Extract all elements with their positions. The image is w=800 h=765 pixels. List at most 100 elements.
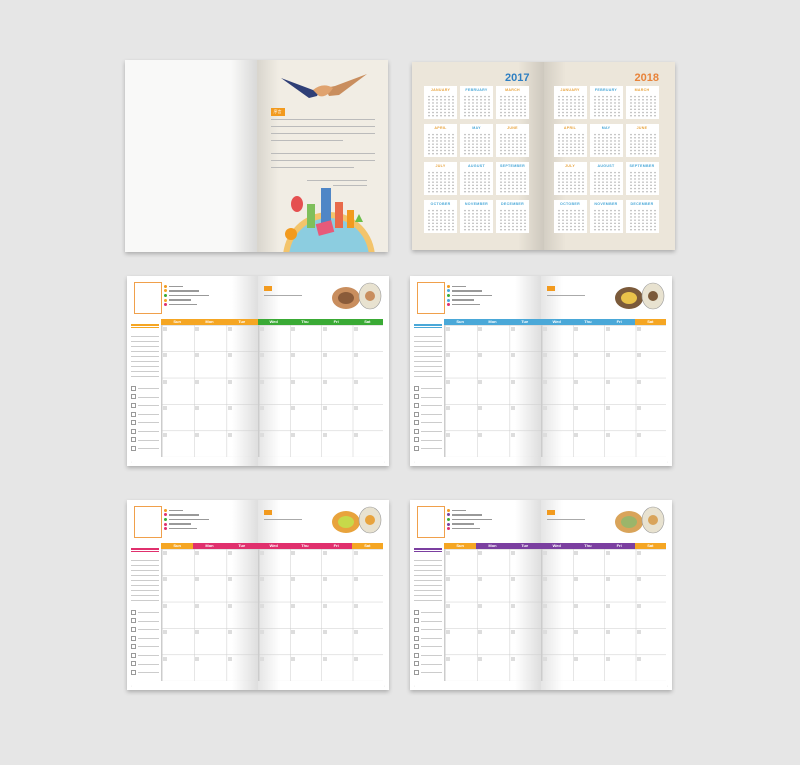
date-cell-marker — [543, 656, 547, 661]
month-name: SEPTEMBER — [499, 164, 526, 168]
shop-description — [131, 560, 159, 604]
date-cell-marker — [574, 379, 579, 384]
checkbox[interactable] — [414, 609, 419, 615]
checkbox[interactable] — [131, 428, 136, 434]
date-cell-marker — [322, 551, 327, 555]
calendar-grid-left — [444, 549, 541, 681]
checklist — [414, 384, 442, 453]
calendar-2017-page: 2017 JANUARY FEBRUARY MARCH APRIL MAY JUNE JUL… — [412, 62, 544, 250]
date-cell-marker — [227, 656, 232, 661]
date-cell-marker — [574, 630, 579, 635]
date-cell-marker — [227, 327, 232, 331]
checkbox[interactable] — [414, 626, 419, 632]
date-cell-marker — [260, 353, 264, 358]
month-box: AUGUST — [460, 162, 493, 195]
checklist — [131, 384, 159, 453]
checkbox[interactable] — [414, 385, 419, 391]
checkbox[interactable] — [414, 669, 419, 675]
checkbox[interactable] — [414, 618, 419, 624]
intro-tag: 序言 — [270, 108, 285, 116]
checkbox[interactable] — [131, 661, 136, 667]
date-cell-marker — [510, 551, 515, 555]
date-cell-marker — [510, 432, 515, 437]
month-days-grid — [499, 133, 526, 155]
checkbox[interactable] — [414, 402, 419, 408]
month-box: FEBRUARY — [460, 86, 493, 119]
date-cell-marker — [163, 630, 167, 635]
date-cell-marker — [195, 432, 200, 437]
checkbox[interactable] — [131, 626, 136, 632]
date-cell-marker — [195, 327, 200, 331]
checkbox[interactable] — [414, 644, 419, 650]
month-box: NOVEMBER — [460, 200, 493, 233]
month-name: JANUARY — [560, 88, 580, 92]
checkbox[interactable] — [131, 445, 136, 451]
month-name: JULY — [564, 164, 576, 168]
checkbox[interactable] — [414, 394, 419, 400]
date-cell-marker — [510, 379, 515, 384]
checkbox[interactable] — [131, 385, 136, 391]
date-cell-marker — [446, 432, 450, 437]
date-cell-marker — [195, 577, 200, 582]
checkbox[interactable] — [414, 437, 419, 443]
recommend-tag — [547, 286, 555, 291]
month-box: OCTOBER — [553, 200, 587, 233]
checkbox[interactable] — [414, 635, 419, 641]
date-cell-marker — [574, 353, 579, 358]
planner-right-page: Wed Thu Fri Sat ◦ — [541, 276, 672, 466]
date-cell-marker — [195, 603, 200, 608]
city-globe-illustration — [282, 188, 375, 252]
date-cell-marker — [574, 656, 579, 661]
date-cell-marker — [543, 406, 547, 411]
checkbox[interactable] — [131, 635, 136, 641]
date-cell-marker — [163, 577, 167, 582]
checkbox[interactable] — [414, 428, 419, 434]
food-illustration — [615, 282, 665, 310]
date-cell-marker — [260, 551, 264, 555]
checkbox[interactable] — [131, 644, 136, 650]
checkbox[interactable] — [414, 661, 419, 667]
date-cell-marker — [163, 379, 167, 384]
checkbox[interactable] — [131, 411, 136, 417]
checkbox[interactable] — [131, 609, 136, 615]
checkbox[interactable] — [131, 437, 136, 443]
checkbox[interactable] — [131, 402, 136, 408]
month-box: JANUARY — [553, 86, 587, 119]
month-box: DECEMBER — [496, 200, 529, 233]
month-box: SEPTEMBER — [625, 162, 659, 195]
date-cell-marker — [478, 577, 483, 582]
checkbox[interactable] — [131, 420, 136, 426]
month-name: AUGUST — [597, 164, 615, 168]
month-name: DECEMBER — [630, 202, 654, 206]
date-cell-marker — [446, 353, 450, 358]
recommend-text — [547, 519, 585, 521]
page-number: ◦ — [414, 460, 416, 464]
month-days-grid — [427, 171, 454, 193]
checkbox[interactable] — [414, 420, 419, 426]
page-number: ◦ — [383, 684, 385, 688]
checkbox[interactable] — [414, 652, 419, 658]
date-cell-marker — [353, 406, 358, 411]
date-cell-marker — [446, 406, 450, 411]
checkbox[interactable] — [131, 652, 136, 658]
checkbox[interactable] — [131, 669, 136, 675]
checkbox[interactable] — [131, 394, 136, 400]
page-number: ◦ — [666, 684, 668, 688]
date-cell-marker — [260, 406, 264, 411]
planner-right-page: Wed Thu Fri Sat ◦ — [258, 276, 389, 466]
date-cell-marker — [605, 603, 610, 608]
intro-spread: 序言 — [125, 60, 388, 252]
date-cell-marker — [163, 353, 167, 358]
date-cell-marker — [605, 432, 610, 437]
month-days-grid — [463, 209, 490, 231]
date-cell-marker — [605, 379, 610, 384]
month-name: MAY — [472, 126, 481, 130]
month-box: DECEMBER — [625, 200, 659, 233]
shop-info — [164, 508, 209, 531]
checkbox[interactable] — [414, 411, 419, 417]
date-cell-marker — [605, 551, 610, 555]
checkbox[interactable] — [414, 445, 419, 451]
date-cell-marker — [227, 551, 232, 555]
checkbox[interactable] — [131, 618, 136, 624]
date-cell-marker — [163, 327, 167, 331]
